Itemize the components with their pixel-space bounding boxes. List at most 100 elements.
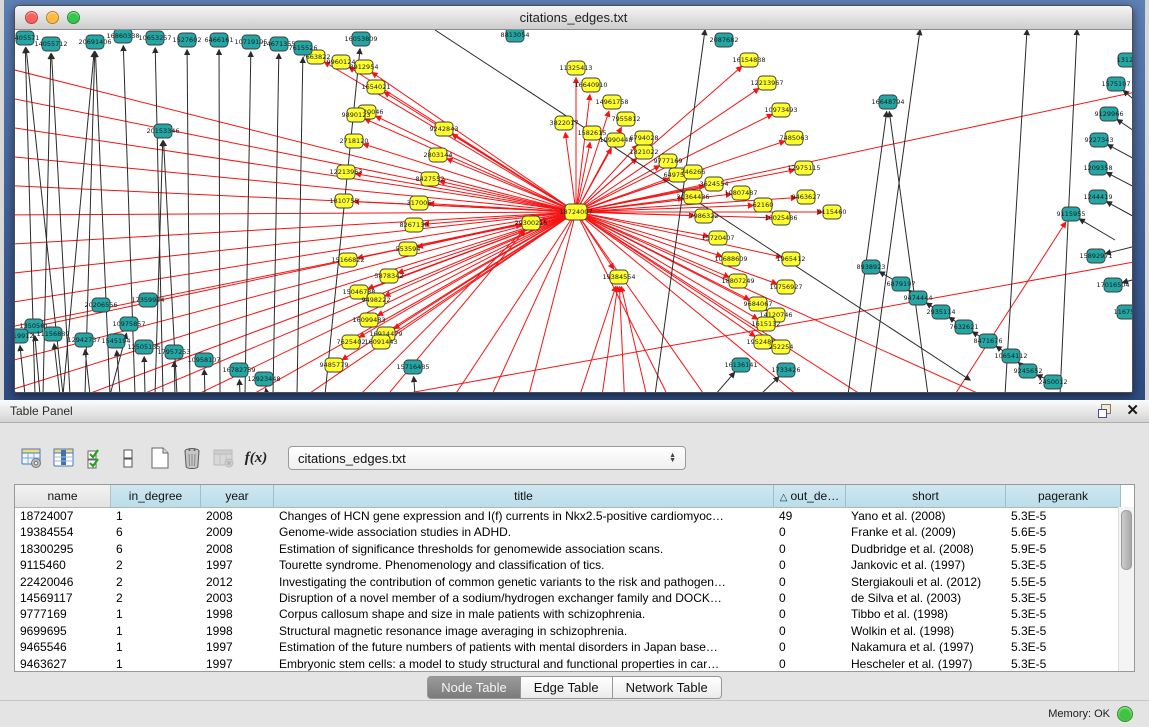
graph-node-teal[interactable]: 10958107 — [187, 353, 220, 367]
edge[interactable] — [945, 222, 1066, 392]
graph-node-teal[interactable]: 16648794 — [871, 95, 904, 109]
network-window-titlebar[interactable]: citations_edges.txt — [15, 6, 1132, 30]
graph-node-teal[interactable]: 1733426 — [772, 363, 801, 377]
graph-node-teal[interactable]: 15716485 — [396, 360, 429, 374]
edge[interactable] — [20, 346, 25, 392]
edge[interactable] — [35, 336, 40, 392]
graph-node-yellow[interactable]: 1965412 — [777, 252, 806, 266]
edge[interactable] — [435, 30, 970, 380]
graph-node-teal[interactable]: 9129966 — [1095, 107, 1124, 121]
table-settings-icon[interactable] — [18, 444, 46, 472]
function-builder-icon[interactable]: f(x) — [242, 444, 270, 472]
graph-node-teal[interactable]: 1244419 — [1084, 190, 1113, 204]
graph-node-teal[interactable]: 7632621 — [950, 320, 979, 334]
graph-node-yellow[interactable]: 62160 — [753, 198, 774, 212]
graph-node-yellow[interactable]: 7955812 — [612, 112, 641, 126]
graph-node-teal[interactable]: 116753 — [1114, 305, 1132, 319]
graph-node-yellow[interactable]: 15166822 — [331, 253, 364, 267]
edge[interactable] — [384, 92, 576, 212]
graph-node-teal[interactable]: 9115955 — [1057, 207, 1086, 221]
graph-node-yellow[interactable]: 1810755 — [330, 194, 359, 208]
edge[interactable] — [54, 344, 60, 392]
graph-node-teal[interactable]: 1545194 — [102, 334, 131, 348]
column-header-year[interactable]: year — [201, 485, 274, 507]
graph-node-yellow[interactable]: 15720407 — [701, 231, 734, 245]
graph-node-teal[interactable]: 15892971 — [1079, 249, 1112, 263]
edge[interactable] — [576, 90, 1132, 212]
edge[interactable] — [15, 155, 576, 212]
edge[interactable] — [1005, 30, 1027, 392]
edge[interactable] — [1080, 219, 1115, 240]
edge[interactable] — [144, 357, 145, 392]
edge[interactable] — [219, 50, 220, 392]
column-header-pagerank[interactable]: pagerank — [1006, 485, 1121, 507]
graph-node-yellow[interactable]: 7625402 — [337, 335, 366, 349]
graph-node-yellow[interactable]: 16091443 — [364, 335, 397, 349]
table-row[interactable]: 2242004622012Investigating the contribut… — [15, 574, 1134, 590]
network-view-window[interactable]: citations_edges.txt 18724007924284328031… — [14, 5, 1133, 393]
edge[interactable] — [297, 58, 303, 392]
select-all-icon[interactable] — [82, 444, 110, 472]
graph-node-yellow[interactable]: 9115460 — [818, 205, 847, 219]
graph-node-yellow[interactable]: 9498222 — [362, 293, 391, 307]
edge[interactable] — [889, 112, 928, 392]
tab-edge-table[interactable]: Edge Table — [521, 676, 613, 699]
edge[interactable] — [565, 133, 576, 212]
graph-node-yellow[interactable]: 16154838 — [732, 53, 765, 67]
tab-network-table[interactable]: Network Table — [613, 676, 722, 699]
graph-node-teal[interactable]: 6466161 — [205, 33, 234, 47]
close-window-button[interactable] — [25, 11, 38, 24]
graph-node-yellow[interactable]: 1615132 — [752, 317, 781, 331]
edge[interactable] — [621, 287, 650, 392]
table-row[interactable]: 969969511998Structural magnetic resonanc… — [15, 623, 1134, 639]
edge[interactable] — [117, 351, 120, 392]
edge[interactable] — [619, 287, 625, 392]
graph-node-teal[interactable]: 2087682 — [710, 33, 739, 47]
network-canvas[interactable]: 1872400792428432803144842755231700682671… — [15, 30, 1132, 392]
delete-table-icon[interactable] — [178, 444, 206, 472]
table-row[interactable]: 911546021997Tourette syndrome. Phenomeno… — [15, 557, 1134, 573]
graph-node-teal[interactable]: 14055712 — [34, 37, 67, 51]
edge[interactable] — [239, 380, 240, 392]
graph-node-teal[interactable]: 8813054 — [501, 30, 530, 42]
select-columns-icon[interactable] — [50, 444, 78, 472]
edge[interactable] — [1107, 173, 1132, 190]
graph-node-yellow[interactable]: 12975115 — [787, 161, 820, 175]
edge[interactable] — [870, 30, 920, 392]
edge[interactable] — [15, 212, 576, 245]
close-panel-icon[interactable]: ✕ — [1126, 404, 1139, 418]
graph-node-yellow[interactable]: 14961758 — [595, 95, 628, 109]
graph-node-yellow[interactable]: 10025486 — [764, 211, 797, 225]
scrollbar-thumb[interactable] — [1121, 510, 1132, 570]
graph-node-teal[interactable]: 2935114 — [927, 305, 956, 319]
edge[interactable] — [576, 212, 1015, 392]
graph-node-yellow[interactable]: 5878342 — [375, 269, 404, 283]
graph-node-yellow[interactable]: 553594 — [396, 242, 421, 256]
edge[interactable] — [576, 212, 675, 392]
graph-node-teal[interactable]: 10975857 — [112, 317, 145, 331]
graph-node-teal[interactable]: 1527602 — [173, 33, 202, 47]
column-header-name[interactable]: name — [15, 485, 111, 507]
graph-node-yellow[interactable]: 11325413 — [559, 61, 592, 75]
graph-node-yellow[interactable]: 746266 — [681, 165, 706, 179]
graph-node-yellow[interactable]: 12213967 — [750, 76, 783, 90]
new-table-icon[interactable] — [146, 444, 174, 472]
graph-node-teal[interactable]: 12923448 — [247, 372, 280, 386]
column-header-in_degree[interactable]: in_degree — [111, 485, 201, 507]
graph-node-yellow[interactable]: 18807249 — [721, 274, 754, 288]
table-row[interactable]: 977716911998Corpus callosum shape and si… — [15, 606, 1134, 622]
graph-node-teal[interactable]: 2450012 — [1039, 375, 1068, 389]
edge[interactable] — [576, 212, 715, 392]
edge[interactable] — [174, 362, 175, 392]
edge[interactable] — [15, 95, 576, 212]
graph-node-yellow[interactable]: 7485063 — [780, 131, 809, 145]
float-panel-icon[interactable] — [1098, 404, 1112, 418]
edge[interactable] — [414, 377, 415, 392]
edge[interactable] — [266, 389, 267, 392]
graph-node-teal[interactable]: 1575107 — [1102, 77, 1131, 91]
graph-node-teal[interactable]: 10654112 — [994, 349, 1027, 363]
graph-node-teal[interactable]: 10653257 — [138, 31, 171, 45]
graph-node-teal[interactable]: 8471676 — [974, 334, 1003, 348]
graph-node-teal[interactable]: 17016504 — [1096, 278, 1129, 292]
table-row[interactable]: 1938455462009Genome-wide association stu… — [15, 524, 1134, 540]
